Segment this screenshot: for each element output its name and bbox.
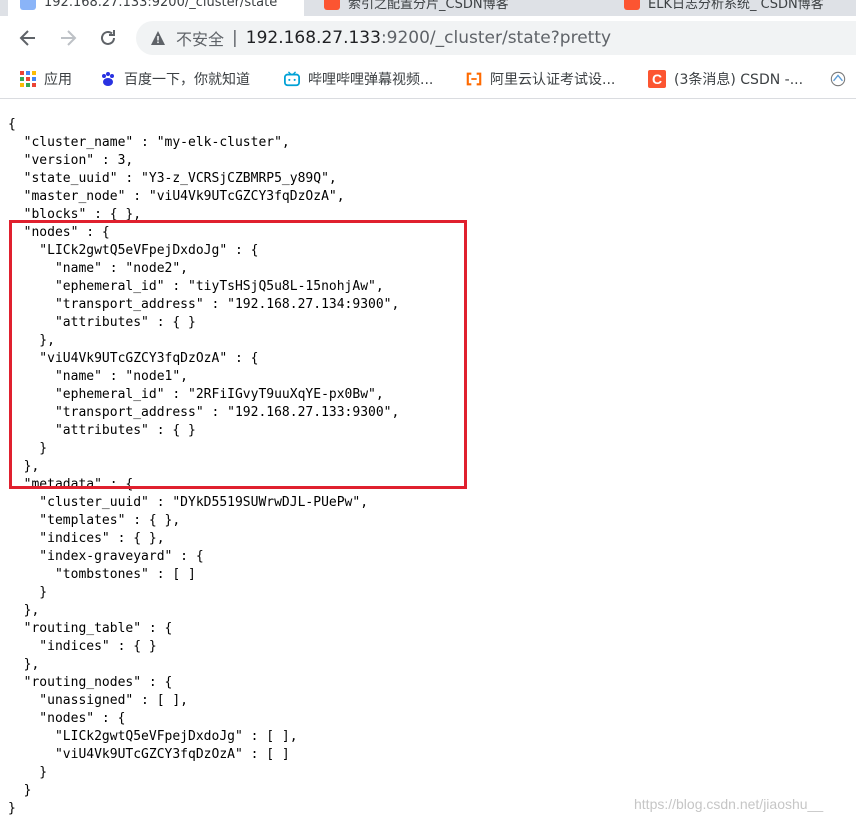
bookmark-label: 百度一下，你就知道 (124, 72, 250, 88)
csdn-c-icon: C (648, 70, 666, 88)
browser-toolbar: 不安全 | 192.168.27.133:9200/_cluster/state… (0, 16, 856, 60)
tab-label: ELK日志分析系统_ CSDN博客 (648, 0, 824, 12)
tab-label: 索引之配置分片_CSDN博客 (348, 0, 509, 12)
forward-button[interactable] (56, 26, 80, 50)
reload-icon (101, 30, 115, 45)
bookmark-baidu[interactable]: 百度一下，你就知道 (100, 60, 250, 98)
tab-csdn-2[interactable]: ELK日志分析系统_ CSDN博客 (612, 0, 856, 16)
tab-label: 192.168.27.133:9200/_cluster/state (44, 0, 278, 10)
reload-button[interactable] (96, 26, 120, 50)
bookmark-aliyun[interactable]: 阿里云认证考试设... (466, 60, 615, 98)
bilibili-tv-icon (284, 71, 300, 87)
aliyun-icon (466, 71, 482, 87)
watermark: https://blog.csdn.net/jiaoshu__ (634, 796, 824, 812)
page-content: { "cluster_name" : "my-elk-cluster", "ve… (0, 99, 856, 822)
apps-grid-icon (20, 71, 36, 87)
bookmark-extension[interactable] (830, 60, 854, 98)
nodes-highlight-box (9, 220, 467, 489)
url-path: :9200/_cluster/state?pretty (380, 28, 612, 48)
arrow-left-icon (19, 30, 35, 46)
address-bar[interactable]: 不安全 | 192.168.27.133:9200/_cluster/state… (136, 21, 856, 55)
url-host: 192.168.27.133 (245, 28, 381, 48)
bookmark-csdn[interactable]: C (3条消息) CSDN -... (648, 60, 803, 98)
arrow-right-icon (61, 30, 77, 46)
bookmark-label: 阿里云认证考试设... (490, 72, 616, 88)
csdn-c-icon (324, 0, 340, 10)
bookmark-label: 哔哩哔哩弹幕视频... (308, 72, 434, 88)
address-separator: | (232, 28, 238, 48)
baidu-paw-icon (100, 71, 116, 87)
tab-cluster-state[interactable]: 192.168.27.133:9200/_cluster/state (8, 0, 304, 16)
bookmark-apps[interactable]: 应用 (20, 60, 72, 98)
back-button[interactable] (16, 26, 40, 50)
tab-csdn-1[interactable]: 索引之配置分片_CSDN博客 (312, 0, 612, 16)
globe-icon (20, 0, 36, 10)
bookmark-bilibili[interactable]: 哔哩哔哩弹幕视频... (284, 60, 433, 98)
bookmark-label: (3条消息) CSDN -... (674, 72, 804, 88)
bookmark-label: 应用 (44, 72, 72, 88)
security-label[interactable]: 不安全 (176, 26, 224, 50)
csdn-c-icon (624, 0, 640, 10)
warning-triangle-icon (151, 31, 165, 45)
extension-icon (830, 71, 846, 87)
tab-strip: 192.168.27.133:9200/_cluster/state 索引之配置… (0, 0, 856, 16)
bookmarks-bar: 应用 百度一下，你就知道 哔哩哔哩弹幕视频... 阿里云认证考试设... C (… (0, 60, 856, 99)
